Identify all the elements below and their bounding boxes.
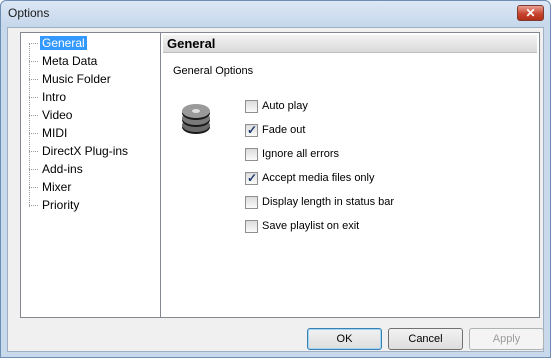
option-label: Accept media files only	[262, 172, 375, 184]
checkbox[interactable]	[245, 220, 258, 233]
checkbox[interactable]	[245, 123, 258, 137]
dialog-client-area: General Meta Data Music Folder Intro Vid…	[7, 27, 544, 352]
tree-item-video[interactable]: Video	[29, 107, 154, 123]
checkbox[interactable]	[245, 171, 258, 185]
tree-item-general[interactable]: General	[29, 35, 154, 51]
tree-item-meta-data[interactable]: Meta Data	[29, 53, 154, 69]
option-label: Fade out	[262, 124, 306, 136]
options-dialog: Options ✕ General Meta Data Music Folder…	[0, 0, 551, 358]
tree-item-label: Music Folder	[42, 72, 111, 86]
option-accept-media-files-only[interactable]: Accept media files only	[245, 171, 505, 187]
option-label: Auto play	[262, 100, 308, 112]
option-save-playlist-on-exit[interactable]: Save playlist on exit	[245, 219, 505, 235]
tree-item-label: Meta Data	[42, 54, 98, 68]
option-label: Ignore all errors	[262, 148, 340, 160]
section-label: General Options	[173, 65, 254, 77]
tree-item-midi[interactable]: MIDI	[29, 125, 154, 141]
tree-item-label: DirectX Plug-ins	[42, 144, 129, 158]
tree-item-label: Add-ins	[42, 162, 83, 176]
checkbox[interactable]	[245, 100, 258, 113]
settings-panel: General General Options Auto play Fade o…	[160, 32, 540, 318]
window-title: Options	[8, 6, 50, 20]
panel-title: General	[167, 36, 216, 51]
tree-item-label: Priority	[42, 198, 80, 212]
tree-item-label: Mixer	[42, 180, 72, 194]
panel-header: General	[163, 35, 537, 53]
title-bar[interactable]: Options ✕	[1, 1, 550, 27]
apply-button[interactable]: Apply	[469, 328, 544, 350]
option-ignore-all-errors[interactable]: Ignore all errors	[245, 147, 505, 163]
tree-item-label: Video	[42, 108, 73, 122]
option-label: Save playlist on exit	[262, 220, 360, 232]
tree-item-priority[interactable]: Priority	[29, 197, 154, 213]
tree-item-mixer[interactable]: Mixer	[29, 179, 154, 195]
category-tree: General Meta Data Music Folder Intro Vid…	[20, 32, 162, 318]
tree-item-label: MIDI	[42, 126, 68, 140]
tree-item-directx-plugins[interactable]: DirectX Plug-ins	[29, 143, 154, 159]
disk-stack-icon	[182, 104, 210, 134]
tree-item-label: Intro	[42, 90, 67, 104]
close-icon: ✕	[525, 6, 536, 20]
tree-item-music-folder[interactable]: Music Folder	[29, 71, 154, 87]
close-button[interactable]: ✕	[517, 5, 544, 21]
option-auto-play[interactable]: Auto play	[245, 99, 505, 115]
tree-item-intro[interactable]: Intro	[29, 89, 154, 105]
tree-item-add-ins[interactable]: Add-ins	[29, 161, 154, 177]
tree-item-label: General	[40, 36, 87, 50]
cancel-button[interactable]: Cancel	[388, 328, 463, 350]
option-label: Display length in status bar	[262, 196, 395, 208]
checkbox[interactable]	[245, 196, 258, 209]
option-display-length-in-status-bar[interactable]: Display length in status bar	[245, 195, 505, 211]
ok-button[interactable]: OK	[307, 328, 382, 350]
option-fade-out[interactable]: Fade out	[245, 123, 505, 139]
checkbox[interactable]	[245, 148, 258, 161]
